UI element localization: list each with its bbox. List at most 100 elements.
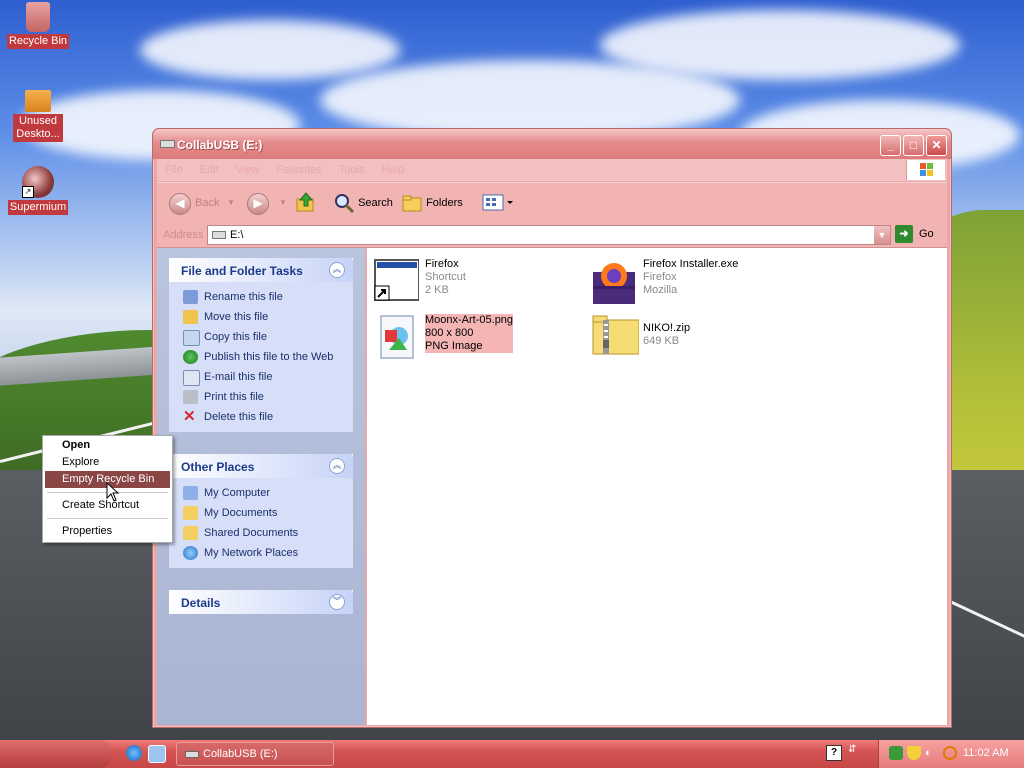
task-print[interactable]: Print this file bbox=[181, 388, 353, 408]
task-copy[interactable]: Copy this file bbox=[181, 328, 353, 348]
zip-folder-icon bbox=[591, 314, 640, 358]
address-value: E:\ bbox=[230, 229, 244, 241]
file-name: Firefox Installer.exe bbox=[643, 258, 739, 270]
panel-header[interactable]: File and Folder Tasks ︽ bbox=[169, 258, 353, 282]
menu-help[interactable]: Help bbox=[382, 164, 405, 176]
panel-header[interactable]: Other Places ︽ bbox=[169, 454, 353, 478]
forward-button[interactable]: ▶ bbox=[247, 193, 269, 215]
desktop-icon-recycle-bin[interactable]: Recycle Bin bbox=[2, 2, 74, 49]
printer-icon bbox=[183, 390, 198, 404]
menu-file[interactable]: File bbox=[165, 164, 183, 176]
language-bar-icon[interactable]: ⇵ bbox=[848, 744, 856, 755]
taskbar: CollabUSB (E:) ? ⇵ ◐ 11:02 AM bbox=[0, 740, 1024, 768]
menu-separator bbox=[47, 518, 168, 519]
search-icon bbox=[335, 194, 355, 214]
clock[interactable]: 11:02 AM bbox=[963, 747, 1009, 759]
png-image-icon bbox=[373, 314, 419, 359]
views-button[interactable] bbox=[481, 191, 515, 215]
copy-icon bbox=[183, 330, 200, 346]
task-rename[interactable]: Rename this file bbox=[181, 288, 353, 308]
forward-dropdown-icon[interactable]: ▼ bbox=[279, 191, 287, 215]
menu-item-properties[interactable]: Properties bbox=[45, 523, 170, 540]
panel-body: My Computer My Documents Shared Document… bbox=[169, 478, 353, 568]
taskbar-button-label: CollabUSB (E:) bbox=[203, 748, 278, 760]
expand-icon[interactable]: ︾ bbox=[329, 594, 345, 610]
shortcut-arrow-icon: ↗ bbox=[22, 186, 34, 198]
desktop-icon-unused-desktop[interactable]: Unused Deskto... bbox=[2, 84, 74, 142]
task-label: Delete this file bbox=[204, 411, 274, 423]
views-icon bbox=[482, 194, 513, 211]
file-size: 2 KB bbox=[425, 284, 449, 296]
folders-button[interactable]: Folders bbox=[401, 191, 467, 215]
menu-item-open[interactable]: Open bbox=[45, 437, 170, 454]
security-shield-icon[interactable] bbox=[907, 746, 921, 760]
title-bar[interactable]: CollabUSB (E:) _ □ ✕ bbox=[153, 129, 951, 159]
close-button[interactable]: ✕ bbox=[926, 135, 947, 156]
search-button[interactable]: Search bbox=[333, 191, 393, 215]
delete-x-icon: ✕ bbox=[183, 408, 196, 425]
place-shared-documents[interactable]: Shared Documents bbox=[181, 524, 353, 544]
menu-edit[interactable]: Edit bbox=[200, 164, 219, 176]
drive-icon bbox=[185, 751, 199, 758]
folder-icon bbox=[25, 90, 51, 112]
details-panel: Details ︾ bbox=[169, 590, 353, 614]
collapse-icon[interactable]: ︽ bbox=[329, 262, 345, 278]
tray-antivirus-icon[interactable] bbox=[889, 746, 903, 760]
start-button[interactable] bbox=[0, 740, 112, 768]
panel-body: Rename this file Move this file Copy thi… bbox=[169, 282, 353, 432]
speaker-icon[interactable]: ◐ bbox=[925, 746, 939, 760]
address-field[interactable]: E:\ ▼ bbox=[207, 225, 891, 245]
desktop-icon-supermium[interactable]: ↗ Supermium bbox=[2, 166, 74, 215]
task-label: Print this file bbox=[204, 391, 264, 403]
maximize-button[interactable]: □ bbox=[903, 135, 924, 156]
task-label: Rename this file bbox=[204, 291, 283, 303]
place-my-documents[interactable]: My Documents bbox=[181, 504, 353, 524]
file-company: Firefox bbox=[643, 271, 677, 283]
file-item-niko-zip[interactable]: NIKO!.zip 649 KB bbox=[587, 312, 797, 362]
minimize-button[interactable]: _ bbox=[880, 135, 901, 156]
collapse-icon[interactable]: ︽ bbox=[329, 458, 345, 474]
task-delete[interactable]: ✕ Delete this file bbox=[181, 408, 353, 428]
shared-folder-icon bbox=[183, 526, 198, 540]
menu-favorites[interactable]: Favorites bbox=[277, 164, 322, 176]
other-places-panel: Other Places ︽ My Computer My Documents … bbox=[169, 454, 353, 568]
taskbar-button-collabusb[interactable]: CollabUSB (E:) bbox=[176, 742, 334, 766]
task-email[interactable]: E-mail this file bbox=[181, 368, 353, 388]
file-size: 649 KB bbox=[643, 335, 680, 347]
go-label: Go bbox=[919, 228, 934, 240]
supermium-icon: ↗ bbox=[22, 166, 54, 198]
menu-tools[interactable]: Tools bbox=[339, 164, 365, 176]
go-button[interactable]: ➜ Go bbox=[895, 225, 939, 243]
file-item-firefox-shortcut[interactable]: Firefox Shortcut 2 KB bbox=[369, 256, 579, 306]
search-tray-icon[interactable] bbox=[943, 746, 957, 760]
place-label: My Computer bbox=[204, 487, 271, 499]
menu-view[interactable]: View bbox=[236, 164, 260, 176]
desktop-icon-label: Supermium bbox=[7, 200, 69, 215]
internet-explorer-icon[interactable] bbox=[126, 745, 142, 761]
documents-folder-icon bbox=[183, 506, 198, 520]
panel-title: Details bbox=[181, 596, 221, 610]
rename-icon bbox=[183, 290, 198, 304]
address-dropdown-button[interactable]: ▼ bbox=[874, 226, 890, 244]
firefox-installer-icon bbox=[591, 258, 637, 304]
task-publish[interactable]: Publish this file to the Web bbox=[181, 348, 353, 368]
place-my-computer[interactable]: My Computer bbox=[181, 484, 353, 504]
move-icon bbox=[183, 310, 198, 324]
address-bar: Address E:\ ▼ ➜ Go bbox=[157, 223, 947, 248]
menu-item-explore[interactable]: Explore bbox=[45, 454, 170, 471]
explorer-window: CollabUSB (E:) _ □ ✕ File Edit View Favo… bbox=[152, 128, 952, 728]
place-network[interactable]: My Network Places bbox=[181, 544, 353, 564]
help-icon[interactable]: ? bbox=[826, 745, 842, 761]
file-item-firefox-installer[interactable]: Firefox Installer.exe Firefox Mozilla bbox=[587, 256, 797, 306]
back-arrow-icon[interactable]: ◀ bbox=[169, 193, 191, 215]
back-button[interactable]: Back bbox=[195, 191, 219, 215]
back-dropdown-icon[interactable]: ▼ bbox=[227, 191, 235, 215]
file-publisher: Mozilla bbox=[643, 284, 678, 296]
task-move[interactable]: Move this file bbox=[181, 308, 353, 328]
panel-header[interactable]: Details ︾ bbox=[169, 590, 353, 614]
task-label: E-mail this file bbox=[204, 371, 273, 383]
file-item-moonx-art[interactable]: Moonx-Art-05.png 800 x 800 PNG Image bbox=[369, 312, 579, 362]
globe-icon bbox=[183, 350, 198, 364]
up-folder-button[interactable] bbox=[295, 191, 317, 215]
show-desktop-icon[interactable] bbox=[148, 745, 166, 763]
